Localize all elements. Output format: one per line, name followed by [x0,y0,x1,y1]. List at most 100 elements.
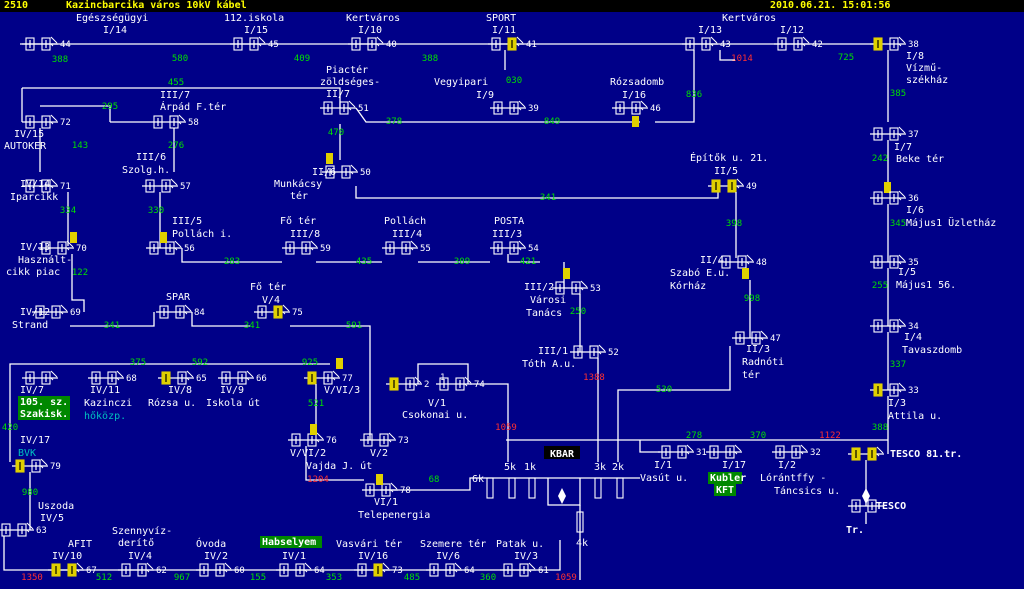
port-number: 74 [474,380,485,390]
port-number: 2 [424,380,429,390]
switch-out[interactable] [67,563,77,577]
station-code: V/VI/2 [290,448,326,459]
cable-length-label: 455 [168,78,184,88]
station-name: zöldséges- [320,76,380,88]
station-code: IV/5 [40,513,64,524]
flag-marker [310,424,317,435]
port-number: 55 [420,244,431,254]
station-code: IV/14 [20,179,50,190]
station-code: V/4 [262,295,280,306]
cable-length-label: 1350 [21,573,43,583]
breaker-icon [50,36,58,47]
station-name: Egészségügyi [76,12,148,24]
port-number: 65 [196,374,207,384]
station-code: III/4 [392,229,422,240]
station-code: I/16 [622,90,646,101]
port-number: 46 [650,104,661,114]
flag-marker [632,116,639,127]
switch-out[interactable] [373,563,383,577]
station-name: Szabó E.u. [670,267,730,279]
station-code: V/1 [428,398,446,409]
kubler-label-1: Kubler [710,473,746,484]
port-number: 60 [234,566,245,576]
switch-in[interactable] [711,179,721,193]
breaker-icon [802,36,810,47]
feeder-breaker[interactable] [486,477,494,499]
station-code: I/13 [698,25,722,36]
station-code: IV/4 [128,551,152,562]
station-name: SPORT [486,13,516,24]
feeder-breaker[interactable] [594,477,602,499]
station-name: Munkácsy [274,178,322,190]
cable-length-label: 485 [404,573,420,583]
switch-in[interactable] [873,37,883,51]
flag-marker [563,268,570,279]
port-number: 42 [812,40,823,50]
station-code: I/3 [888,398,906,409]
cable-length-label: 1014 [731,54,753,64]
breaker-icon [376,36,384,47]
switch-in[interactable] [307,371,317,385]
port-number: 79 [50,462,61,472]
station-code: I/6 [906,205,924,216]
feeder-breaker[interactable] [508,477,516,499]
switch-in[interactable] [389,377,399,391]
cable-length-label: 030 [506,76,522,86]
station-name: Pollách [384,215,426,227]
szakisk-label-1: 105. sz. [20,397,68,408]
station-name: Vízmű- [906,62,942,74]
port-number: 73 [392,566,403,576]
station-name: Szennyvíz- [112,525,172,537]
port-number: 54 [528,244,539,254]
switch-out[interactable] [507,37,517,51]
switch-in[interactable] [51,563,61,577]
cable-length-label: 242 [872,154,888,164]
station-name: TESCO 81.tr. [890,449,962,460]
cable-length-label: 435 [356,257,372,267]
cable-length-label: 592 [192,358,208,368]
station-name: Fő tér [280,215,316,227]
station-name: cikk piac [6,267,60,278]
switch-out[interactable] [727,179,737,193]
port-number: 32 [810,448,821,458]
cable-length-label: 334 [60,206,76,216]
network-diagram: 44EgészségügyiI/14388 58045112.iskolaI/15… [0,12,996,583]
switch-out[interactable] [867,447,877,461]
switch-in[interactable] [15,459,25,473]
station-name: Pollách i. [172,228,232,240]
cable-line [290,325,371,440]
station-name: Építők u. 21. [690,151,768,164]
station-code: I/9 [476,90,494,101]
switch-in[interactable] [873,383,883,397]
feeder-breaker[interactable] [528,477,536,499]
port-number: 57 [180,182,191,192]
station-name: Strand [12,320,48,331]
station-name: Vajda J. út [306,460,372,472]
station-code: IV/11 [90,385,120,396]
switch-in[interactable] [161,371,171,385]
station-name: Patak u. [496,539,544,550]
station-code: III/3 [492,229,522,240]
port-number: 37 [908,130,919,140]
port-number: 64 [464,566,475,576]
station-code: I/17 [722,460,746,471]
station-name: Városi [530,294,566,306]
station-name: Tóth A.u. [522,358,576,370]
cable-length-label: 725 [838,53,854,63]
switch-in[interactable] [851,447,861,461]
feeder-label: 6k [472,474,484,485]
port-number: 66 [256,374,267,384]
cable-length-label: 420 [2,423,18,433]
port-number: 31 [696,448,707,458]
station-name: Piactér [326,64,368,76]
station-code: II/3 [746,344,770,355]
port-number: 64 [314,566,325,576]
breaker-icon [516,36,524,47]
port-number: 59 [320,244,331,254]
station-name: Május1 56. [896,279,956,291]
switch-out[interactable] [273,305,283,319]
station-code: IV/9 [220,385,244,396]
feeder-breaker[interactable] [616,477,624,499]
station-name: tér [290,190,308,202]
cable-length-label: 512 [96,573,112,583]
